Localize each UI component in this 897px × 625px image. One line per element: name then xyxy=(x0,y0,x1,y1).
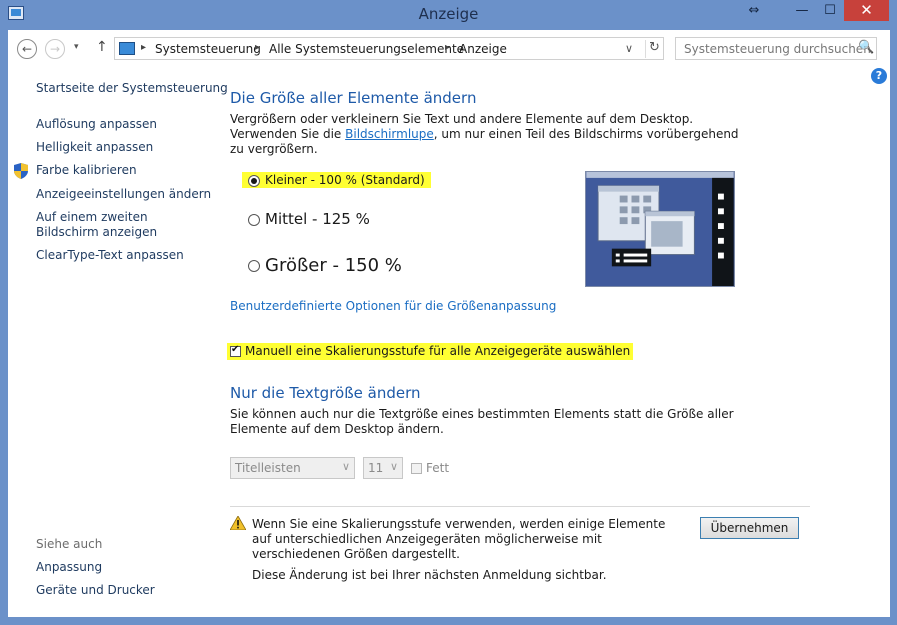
text-size-heading: Nur die Textgröße ändern xyxy=(230,384,421,402)
manual-scaling-checkbox-row[interactable]: Manuell eine Skalierungsstufe für alle A… xyxy=(227,343,634,360)
next-login-notice: Diese Änderung ist bei Ihrer nächsten An… xyxy=(252,568,607,582)
font-size-select[interactable]: 11 ∨ xyxy=(363,457,403,479)
search-input[interactable]: Systemsteuerung durchsuchen 🔍 xyxy=(675,37,877,60)
sidebar-item-second-screen[interactable]: Auf einem zweiten Bildschirm anzeigen xyxy=(36,210,211,240)
manual-scaling-label[interactable]: Manuell eine Skalierungsstufe für alle A… xyxy=(245,344,630,358)
sidebar-item-display-settings[interactable]: Anzeigeeinstellungen ändern xyxy=(36,187,211,201)
sidebar-item-calibrate[interactable]: Farbe kalibrieren xyxy=(36,163,137,177)
search-placeholder: Systemsteuerung durchsuchen xyxy=(684,42,871,56)
sidebar-home-link[interactable]: Startseite der Systemsteuerung xyxy=(36,81,228,95)
size-description: Vergrößern oder verkleinern Sie Text und… xyxy=(230,112,750,157)
breadcrumb-separator[interactable]: ▸ xyxy=(141,42,146,53)
bold-label[interactable]: Fett xyxy=(426,461,449,475)
radio-option-100[interactable]: Kleiner - 100 % (Standard) xyxy=(242,172,431,188)
title-bar[interactable]: Anzeige ⇔ — ☐ ✕ xyxy=(0,0,897,30)
sidebar-item-brightness[interactable]: Helligkeit anpassen xyxy=(36,140,153,154)
see-also-personalization[interactable]: Anpassung xyxy=(36,560,102,574)
breadcrumb-separator[interactable]: ▸ xyxy=(445,42,450,53)
window: Anzeige ⇔ — ☐ ✕ ← → ▾ ↑ ▸ Systemsteuerun… xyxy=(0,0,897,625)
text-size-description: Sie können auch nur die Textgröße eines … xyxy=(230,407,734,436)
breadcrumb-systemsteuerung[interactable]: Systemsteuerung xyxy=(155,42,261,56)
control-panel-icon xyxy=(119,42,135,55)
manual-scaling-checkbox[interactable] xyxy=(230,344,241,357)
radio-option-125[interactable]: Mittel - 125 % xyxy=(248,210,370,228)
radio-label[interactable]: Mittel - 125 % xyxy=(265,210,370,228)
refresh-icon[interactable]: ↻ xyxy=(645,40,663,58)
resize-icon[interactable]: ⇔ xyxy=(740,0,768,22)
back-button[interactable]: ← xyxy=(17,39,37,59)
radio-option-150[interactable]: Größer - 150 % xyxy=(248,255,402,276)
close-button[interactable]: ✕ xyxy=(844,0,889,21)
warning-icon xyxy=(230,516,246,530)
scaling-preview-image xyxy=(585,171,735,287)
scaling-warning-text: Wenn Sie eine Skalierungsstufe verwenden… xyxy=(252,517,666,561)
bold-checkbox-row[interactable]: Fett xyxy=(411,461,449,475)
chevron-down-icon: ∨ xyxy=(341,460,350,473)
uac-shield-icon xyxy=(14,163,28,179)
radio-button[interactable] xyxy=(248,174,260,187)
custom-scaling-link[interactable]: Benutzerdefinierte Optionen für die Größ… xyxy=(230,299,556,313)
magnifier-link[interactable]: Bildschirmlupe xyxy=(345,127,434,141)
breadcrumb-alle-elemente[interactable]: Alle Systemsteuerungselemente xyxy=(269,42,464,56)
breadcrumb-separator[interactable]: ▸ xyxy=(255,42,260,53)
minimize-button[interactable]: — xyxy=(788,0,816,22)
apply-button[interactable]: Übernehmen xyxy=(700,517,799,539)
chevron-down-icon: ∨ xyxy=(389,460,398,473)
forward-button[interactable]: → xyxy=(45,39,65,59)
breadcrumb-anzeige[interactable]: Anzeige xyxy=(459,42,507,56)
divider xyxy=(230,506,810,507)
up-button[interactable]: ↑ xyxy=(96,39,108,55)
size-heading: Die Größe aller Elemente ändern xyxy=(230,89,477,107)
maximize-button[interactable]: ☐ xyxy=(816,0,844,22)
radio-label[interactable]: Kleiner - 100 % (Standard) xyxy=(265,173,425,187)
client-area: ← → ▾ ↑ ▸ Systemsteuerung ▸ Alle Systems… xyxy=(8,30,890,617)
element-select[interactable]: Titelleisten ∨ xyxy=(230,457,355,479)
radio-button[interactable] xyxy=(248,213,260,226)
see-also-heading: Siehe auch xyxy=(36,537,103,551)
recent-locations-dropdown[interactable]: ▾ xyxy=(74,42,79,52)
see-also-devices-printers[interactable]: Geräte und Drucker xyxy=(36,583,155,597)
address-dropdown-icon[interactable]: ∨ xyxy=(625,42,633,55)
search-icon[interactable]: 🔍 xyxy=(858,40,874,55)
address-bar[interactable]: ▸ Systemsteuerung ▸ Alle Systemsteuerung… xyxy=(114,37,664,60)
sidebar-item-resolution[interactable]: Auflösung anpassen xyxy=(36,117,157,131)
sidebar-item-cleartype[interactable]: ClearType-Text anpassen xyxy=(36,248,184,262)
element-select-value: Titelleisten xyxy=(235,461,301,475)
font-size-value: 11 xyxy=(368,461,384,475)
help-icon[interactable]: ? xyxy=(871,68,887,84)
bold-checkbox[interactable] xyxy=(411,463,422,474)
radio-button[interactable] xyxy=(248,260,260,272)
radio-label[interactable]: Größer - 150 % xyxy=(265,255,402,276)
